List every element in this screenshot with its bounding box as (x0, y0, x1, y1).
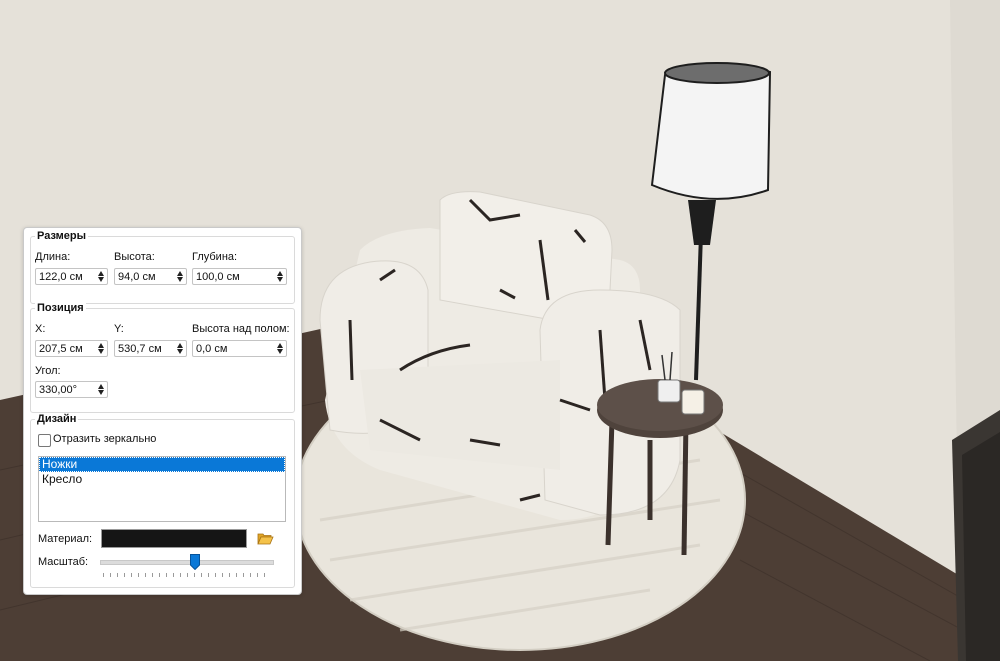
sizes-group: Размеры Длина: 122,0 см Высота: 94,0 см … (30, 230, 295, 304)
depth-spinner[interactable]: 100,0 см (192, 268, 287, 285)
scale-slider-ticks (103, 573, 270, 577)
depth-label: Глубина: (192, 251, 238, 263)
height-value[interactable]: 94,0 см (115, 271, 174, 283)
position-group: Позиция X: 207,5 см Y: 530,7 см Высота н… (30, 302, 295, 413)
length-value[interactable]: 122,0 см (36, 271, 95, 283)
sizes-group-title: Размеры (35, 230, 89, 242)
position-group-title: Позиция (35, 302, 86, 314)
x-value[interactable]: 207,5 см (36, 343, 95, 355)
x-spinner[interactable]: 207,5 см (35, 340, 108, 357)
mirror-label[interactable]: Отразить зеркально (53, 433, 156, 445)
y-label: Y: (114, 323, 124, 335)
elevation-spinner[interactable]: 0,0 см (192, 340, 287, 357)
elevation-value[interactable]: 0,0 см (193, 343, 274, 355)
length-spinner[interactable]: 122,0 см (35, 268, 108, 285)
angle-label: Угол: (35, 365, 61, 377)
angle-spinner[interactable]: 330,00° (35, 381, 108, 398)
length-label: Длина: (35, 251, 71, 263)
scale-slider-track[interactable] (100, 560, 274, 565)
y-value[interactable]: 530,7 см (115, 343, 174, 355)
scale-slider-thumb[interactable] (189, 554, 200, 570)
design-group-title: Дизайн (35, 413, 79, 425)
list-item[interactable]: Ножки (39, 457, 285, 472)
angle-value[interactable]: 330,00° (36, 384, 95, 396)
material-label: Материал: (38, 533, 93, 545)
list-item[interactable]: Кресло (39, 472, 285, 487)
spinner-arrows-icon[interactable] (95, 269, 107, 284)
door-leaf (962, 432, 1000, 661)
spinner-arrows-icon[interactable] (274, 269, 286, 284)
depth-value[interactable]: 100,0 см (193, 271, 274, 283)
spinner-arrows-icon[interactable] (174, 341, 186, 356)
scale-label: Масштаб: (38, 556, 89, 568)
mirror-checkbox[interactable] (38, 434, 51, 447)
model-parts-list[interactable]: Ножки Кресло (38, 456, 286, 522)
height-spinner[interactable]: 94,0 см (114, 268, 187, 285)
furniture-properties-panel: Размеры Длина: 122,0 см Высота: 94,0 см … (23, 227, 302, 595)
y-spinner[interactable]: 530,7 см (114, 340, 187, 357)
folder-open-icon[interactable] (257, 532, 274, 545)
spinner-arrows-icon[interactable] (95, 382, 107, 397)
elevation-label: Высота над полом: (192, 323, 290, 335)
spinner-arrows-icon[interactable] (95, 341, 107, 356)
height-label: Высота: (114, 251, 155, 263)
x-label: X: (35, 323, 46, 335)
material-color-swatch[interactable] (101, 529, 247, 548)
spinner-arrows-icon[interactable] (274, 341, 286, 356)
spinner-arrows-icon[interactable] (174, 269, 186, 284)
